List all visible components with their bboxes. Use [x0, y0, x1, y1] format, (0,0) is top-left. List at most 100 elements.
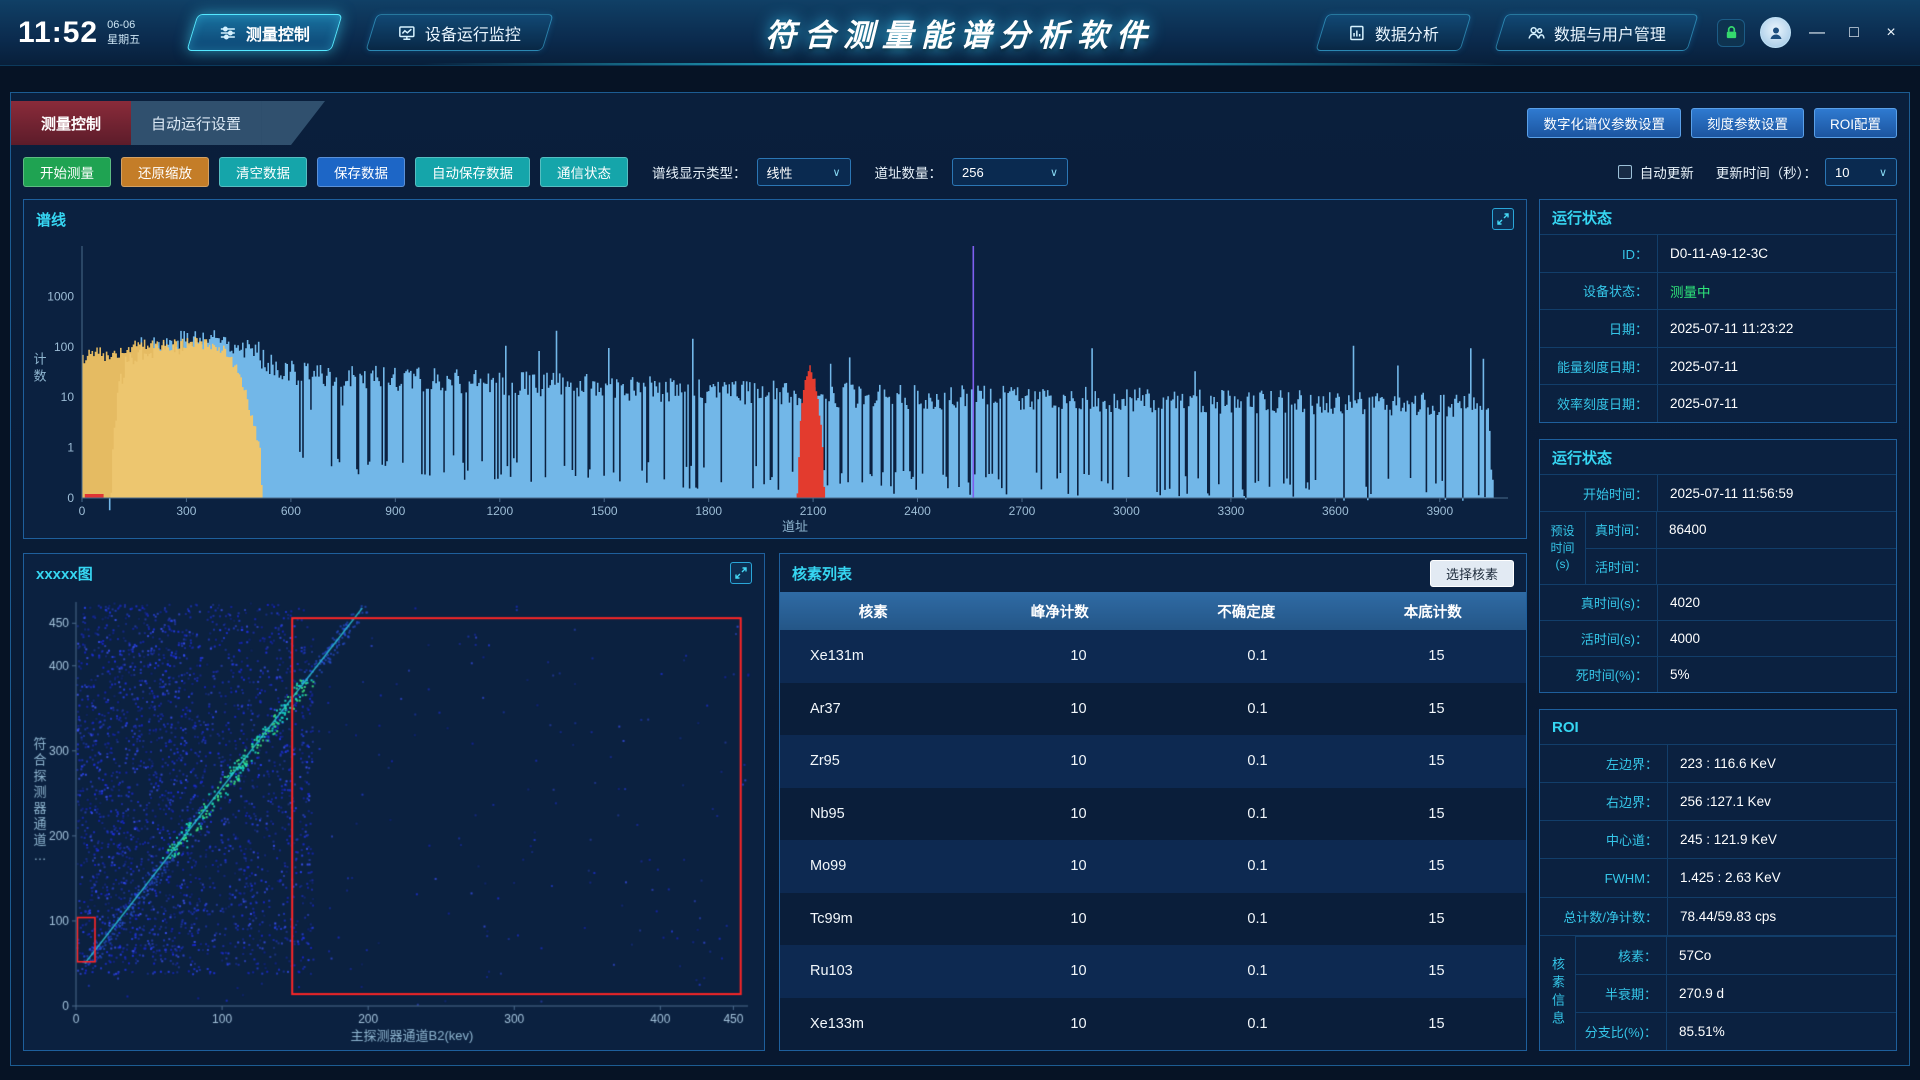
- expand-icon[interactable]: [730, 562, 752, 584]
- status-label: ID：: [1540, 235, 1658, 272]
- spectrum-panel-title: 谱线: [36, 209, 66, 230]
- status-row: 活时间(s)： 4000: [1540, 620, 1896, 656]
- top-nav-label: 数据与用户管理: [1554, 21, 1666, 45]
- nuclide-name-cell: Xe131m: [780, 648, 989, 664]
- uncertainty-cell: 0.1: [1168, 648, 1347, 664]
- svg-text:3900: 3900: [1426, 504, 1453, 518]
- status-row: 效率刻度日期： 2025-07-11: [1540, 384, 1896, 422]
- action-button[interactable]: 通信状态: [540, 157, 628, 187]
- top-nav-label: 数据分析: [1375, 21, 1439, 45]
- settings-button[interactable]: 数字化谱仪参数设置: [1527, 108, 1681, 138]
- tab[interactable]: 自动运行设置: [131, 101, 261, 145]
- svg-text:1: 1: [67, 441, 74, 455]
- update-interval-select[interactable]: 10 ∨: [1825, 158, 1897, 186]
- close-button[interactable]: ×: [1880, 24, 1902, 42]
- clock: 11:52 06-06 星期五: [18, 16, 140, 50]
- nuclide-name-cell: Mo99: [780, 858, 989, 874]
- background-count-cell: 15: [1347, 911, 1526, 927]
- top-nav-item[interactable]: 数据与用户管理: [1494, 14, 1698, 51]
- uncertainty-cell: 0.1: [1168, 858, 1347, 874]
- settings-button[interactable]: 刻度参数设置: [1691, 108, 1804, 138]
- table-row[interactable]: Xe133m 10 0.1 15: [780, 998, 1526, 1051]
- channel-count-label: 道址数量：: [875, 162, 943, 182]
- table-row[interactable]: Ar37 10 0.1 15: [780, 683, 1526, 736]
- nuclide-info-row-value: 85.51%: [1667, 1013, 1896, 1050]
- status-row: 能量刻度日期： 2025-07-11: [1540, 347, 1896, 385]
- select-nuclide-button[interactable]: 选择核素: [1430, 560, 1514, 587]
- status-label: 能量刻度日期：: [1540, 348, 1658, 385]
- time-display: 11:52: [18, 16, 98, 50]
- column-header: 核素: [780, 601, 967, 622]
- weekday-display: 星期五: [107, 33, 140, 47]
- action-button[interactable]: 开始测量: [23, 157, 111, 187]
- maximize-button[interactable]: □: [1843, 24, 1865, 42]
- run-status-title: 运行状态: [1540, 440, 1896, 474]
- roi-panel: ROI 左边界： 223 : 116.6 KeV 右边界： 256 :127.1…: [1539, 709, 1897, 1051]
- status-label: 设备状态：: [1540, 273, 1658, 310]
- background-count-cell: 15: [1347, 858, 1526, 874]
- roi-label: 总计数/净计数：: [1540, 898, 1668, 935]
- channel-count-select[interactable]: 256 ∨: [952, 158, 1068, 186]
- main-container: 测量控制 自动运行设置 数字化谱仪参数设置 刻度参数设置 ROI配置 开: [10, 92, 1910, 1066]
- settings-button[interactable]: ROI配置: [1814, 108, 1897, 138]
- uncertainty-cell: 0.1: [1168, 911, 1347, 927]
- svg-text:1800: 1800: [695, 504, 722, 518]
- run-status-panel: 运行状态 开始时间： 2025-07-11 11:56:59 预设时间(s) 真…: [1539, 439, 1897, 693]
- minimize-button[interactable]: —: [1806, 24, 1828, 42]
- nuclide-info-row-label: 核素：: [1576, 937, 1667, 974]
- status-row: 真时间： 86400: [1586, 512, 1896, 548]
- background-count-cell: 15: [1347, 1016, 1526, 1032]
- auto-update-checkbox[interactable]: [1618, 165, 1632, 179]
- peak-net-count-cell: 10: [989, 753, 1168, 769]
- status-value: 86400: [1657, 512, 1896, 548]
- nuclide-name-cell: Ru103: [780, 963, 989, 979]
- preset-time-label: 预设时间(s): [1540, 512, 1586, 584]
- status-value: 2025-07-11: [1658, 385, 1896, 422]
- svg-text:10: 10: [61, 390, 75, 404]
- roi-value: 1.425 : 2.63 KeV: [1668, 859, 1896, 896]
- coincidence-chart[interactable]: [24, 592, 764, 1050]
- tab[interactable]: 测量控制: [11, 101, 131, 145]
- status-label: 真时间(s)：: [1540, 585, 1658, 620]
- user-avatar-icon[interactable]: [1760, 17, 1791, 48]
- action-button[interactable]: 清空数据: [219, 157, 307, 187]
- connection-lock-icon[interactable]: [1717, 19, 1745, 47]
- nuclide-name-cell: Nb95: [780, 806, 989, 822]
- top-nav-item[interactable]: 测量控制: [186, 14, 342, 51]
- table-row[interactable]: Mo99 10 0.1 15: [780, 840, 1526, 893]
- status-row: 真时间(s)： 4020: [1540, 584, 1896, 620]
- expand-icon[interactable]: [1492, 208, 1514, 230]
- action-button[interactable]: 保存数据: [317, 157, 405, 187]
- svg-text:1500: 1500: [591, 504, 618, 518]
- spectrum-chart[interactable]: 0110100100003006009001200150018002100240…: [24, 238, 1526, 538]
- status-label: 日期：: [1540, 310, 1658, 347]
- peak-net-count-cell: 10: [989, 963, 1168, 979]
- roi-row: 总计数/净计数： 78.44/59.83 cps: [1540, 897, 1896, 935]
- table-row[interactable]: Ru103 10 0.1 15: [780, 945, 1526, 998]
- table-row[interactable]: Zr95 10 0.1 15: [780, 735, 1526, 788]
- status-value: 4000: [1658, 621, 1896, 656]
- roi-label: 左边界：: [1540, 745, 1668, 782]
- action-button[interactable]: 自动保存数据: [415, 157, 530, 187]
- content-area: 谱线 0110100100003006009001200150018002100…: [11, 199, 1909, 1065]
- roi-row: 中心道： 245 : 121.9 KeV: [1540, 820, 1896, 858]
- table-row[interactable]: Nb95 10 0.1 15: [780, 788, 1526, 841]
- status-label: 活时间(s)：: [1540, 621, 1658, 656]
- nuclide-info-row-value: 270.9 d: [1667, 975, 1896, 1012]
- app-window: 11:52 06-06 星期五 测量控制 设备运行监控: [0, 0, 1920, 1080]
- table-row[interactable]: Tc99m 10 0.1 15: [780, 893, 1526, 946]
- display-type-select[interactable]: 线性 ∨: [757, 158, 851, 186]
- table-row[interactable]: Xe131m 10 0.1 15: [780, 630, 1526, 683]
- svg-text:3600: 3600: [1322, 504, 1349, 518]
- top-nav-item[interactable]: 数据分析: [1315, 14, 1471, 51]
- uncertainty-cell: 0.1: [1168, 753, 1347, 769]
- top-nav-item[interactable]: 设备运行监控: [365, 14, 553, 51]
- svg-text:数: 数: [33, 369, 46, 384]
- svg-text:0: 0: [67, 491, 74, 505]
- monitor-icon: [398, 24, 416, 42]
- status-row: 开始时间： 2025-07-11 11:56:59: [1540, 474, 1896, 511]
- peak-net-count-cell: 10: [989, 911, 1168, 927]
- toolbar: 开始测量 还原缩放 清空数据 保存数据 自动保存数据 通信状态 谱线显示类型： …: [11, 145, 1909, 199]
- svg-text:900: 900: [385, 504, 405, 518]
- action-button[interactable]: 还原缩放: [121, 157, 209, 187]
